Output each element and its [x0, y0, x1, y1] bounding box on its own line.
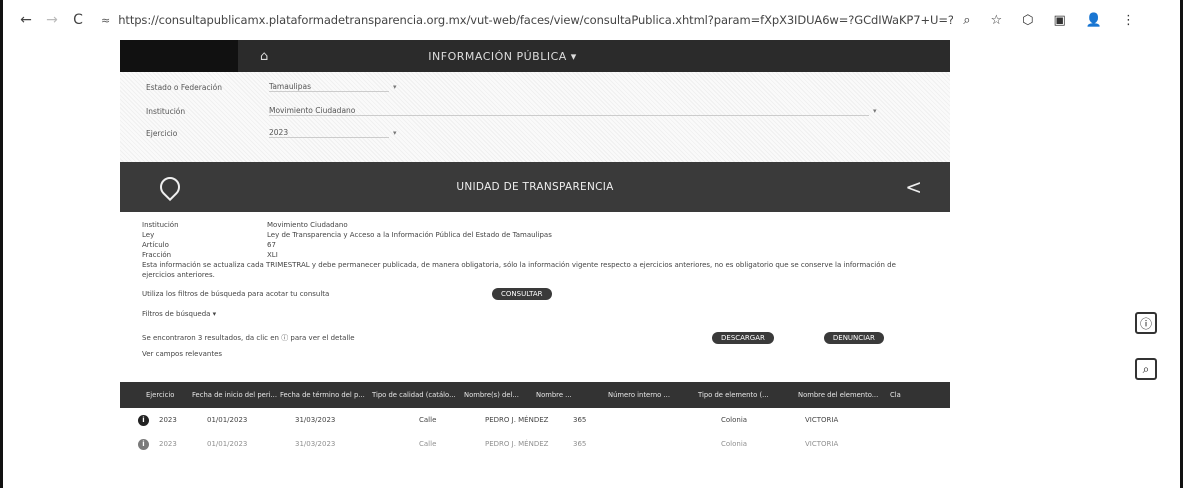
chevron-down-icon: ▾ [393, 83, 397, 91]
info-value: Movimiento Ciudadano [267, 221, 348, 229]
reload-icon[interactable]: C [65, 12, 91, 28]
unidad-title: UNIDAD DE TRANSPARENCIA [456, 181, 614, 193]
filters-panel: Estado o Federación Tamaulipas ▾ Institu… [120, 72, 950, 162]
estado-filter[interactable]: Estado o Federación Tamaulipas ▾ [146, 82, 397, 92]
ver-campos-link[interactable]: Ver campos relevantes [120, 350, 950, 358]
col-header[interactable]: Fecha de término del p... [280, 391, 372, 399]
institucion-select[interactable]: Movimiento Ciudadano [269, 106, 869, 116]
profile-icon[interactable]: 👤 [1086, 13, 1102, 28]
consultar-row: Utiliza los filtros de búsqueda para aco… [120, 288, 950, 300]
institucion-filter[interactable]: Institución Movimiento Ciudadano ▾ [146, 106, 877, 116]
info-key: Ley [142, 231, 155, 239]
table-cell: 365 [573, 416, 587, 424]
browser-toolbar: ← → C ≈ https://consultapublicamx.plataf… [3, 0, 1180, 40]
table-cell: VICTORIA [805, 416, 839, 424]
back-icon[interactable]: ← [13, 12, 39, 28]
table-cell: Colonia [721, 416, 748, 424]
results-count-text: Se encontraron 3 resultados, da clic en … [142, 334, 355, 342]
consultar-hint: Utiliza los filtros de búsqueda para aco… [142, 290, 330, 298]
col-header[interactable]: Tipo de elemento (... [698, 391, 798, 399]
star-icon[interactable]: ☆ [991, 13, 1003, 28]
info-value: XLI [267, 251, 278, 259]
ejercicio-label: Ejercicio [146, 128, 178, 138]
estado-label: Estado o Federación [146, 82, 223, 92]
page-content: ⌂ INFORMACIÓN PÚBLICA ▾ Estado o Federac… [120, 40, 950, 456]
menu-icon[interactable]: ⋮ [1122, 13, 1135, 28]
site-logo[interactable] [120, 40, 238, 72]
consultar-button[interactable]: CONSULTAR [492, 288, 552, 300]
denunciar-button[interactable]: DENUNCIAR [823, 332, 884, 344]
home-icon[interactable]: ⌂ [260, 49, 268, 64]
table-row: i 2023 01/01/2023 31/03/2023 Calle PEDRO… [120, 432, 950, 456]
col-header[interactable]: Nombre del elemento... [798, 391, 890, 399]
side-search-button[interactable]: ⌕ [1135, 358, 1157, 380]
table-cell: Calle [419, 416, 437, 424]
table-cell: 31/03/2023 [295, 416, 336, 424]
results-row: Se encontraron 3 resultados, da clic en … [120, 332, 950, 344]
extension-icon[interactable]: ⬡ [1022, 13, 1033, 28]
table-cell: 365 [573, 440, 587, 448]
detail-info-icon[interactable]: i [138, 414, 149, 426]
browser-actions: ⌕ ☆ ⬡ ▣ 👤 ⋮ [963, 13, 1135, 28]
table-cell: Calle [419, 440, 437, 448]
address-bar[interactable]: https://consultapublicamx.plataformadetr… [118, 13, 953, 27]
side-info-button[interactable]: ⓘ [1135, 312, 1157, 334]
table-cell: 01/01/2023 [207, 416, 248, 424]
sidebar-icon[interactable]: ▣ [1054, 13, 1066, 28]
table-row: i 2023 01/01/2023 31/03/2023 Calle PEDRO… [120, 408, 950, 432]
zoom-icon[interactable]: ⌕ [963, 13, 970, 28]
unidad-transparencia-header: UNIDAD DE TRANSPARENCIA < [120, 162, 950, 212]
chevron-down-icon: ▾ [393, 129, 397, 137]
share-icon[interactable]: < [905, 175, 922, 199]
info-value: Ley de Transparencia y Acceso a la Infor… [267, 231, 552, 239]
site-header: ⌂ INFORMACIÓN PÚBLICA ▾ [120, 40, 950, 72]
table-cell: PEDRO J. MÉNDEZ [485, 416, 549, 424]
site-info-icon[interactable]: ≈ [101, 14, 110, 27]
col-header[interactable]: Cla [890, 391, 910, 399]
update-note: Esta información se actualiza cada TRIME… [142, 261, 896, 279]
col-header[interactable]: Nombre(s) del... [464, 391, 536, 399]
forward-icon[interactable]: → [39, 12, 65, 28]
informacion-publica-menu[interactable]: INFORMACIÓN PÚBLICA ▾ [428, 50, 577, 63]
col-header[interactable]: Ejercicio [146, 391, 192, 399]
info-value: 67 [267, 241, 276, 249]
info-key: Institución [142, 221, 179, 229]
info-key: Artículo [142, 241, 169, 249]
table-cell: 2023 [159, 440, 177, 448]
info-block: Institución Movimiento Ciudadano Ley Ley d… [120, 220, 950, 280]
table-cell: 2023 [159, 416, 177, 424]
filtros-busqueda-toggle[interactable]: Filtros de búsqueda ▾ [120, 310, 950, 318]
col-header[interactable]: Fecha de inicio del peri... [192, 391, 280, 399]
info-key: Fracción [142, 251, 172, 259]
estado-select[interactable]: Tamaulipas [269, 82, 389, 92]
table-cell: PEDRO J. MÉNDEZ [485, 440, 549, 448]
descargar-button[interactable]: DESCARGAR [712, 332, 774, 344]
table-cell: 01/01/2023 [207, 440, 248, 448]
institucion-label: Institución [146, 106, 186, 116]
col-header[interactable]: Nombre ... [536, 391, 608, 399]
chevron-down-icon: ▾ [873, 107, 877, 115]
results-table-header: Ejercicio Fecha de inicio del peri... Fe… [120, 382, 950, 408]
col-header[interactable]: Tipo de calidad (catálo... [372, 391, 464, 399]
col-header[interactable]: Número interno ... [608, 391, 698, 399]
table-cell: 31/03/2023 [295, 440, 336, 448]
ejercicio-select[interactable]: 2023 [269, 128, 389, 138]
ejercicio-filter[interactable]: Ejercicio 2023 ▾ [146, 128, 397, 138]
detail-info-icon[interactable]: i [138, 438, 149, 450]
window-left-edge [0, 0, 3, 488]
table-cell: VICTORIA [805, 440, 839, 448]
table-cell: Colonia [721, 440, 748, 448]
